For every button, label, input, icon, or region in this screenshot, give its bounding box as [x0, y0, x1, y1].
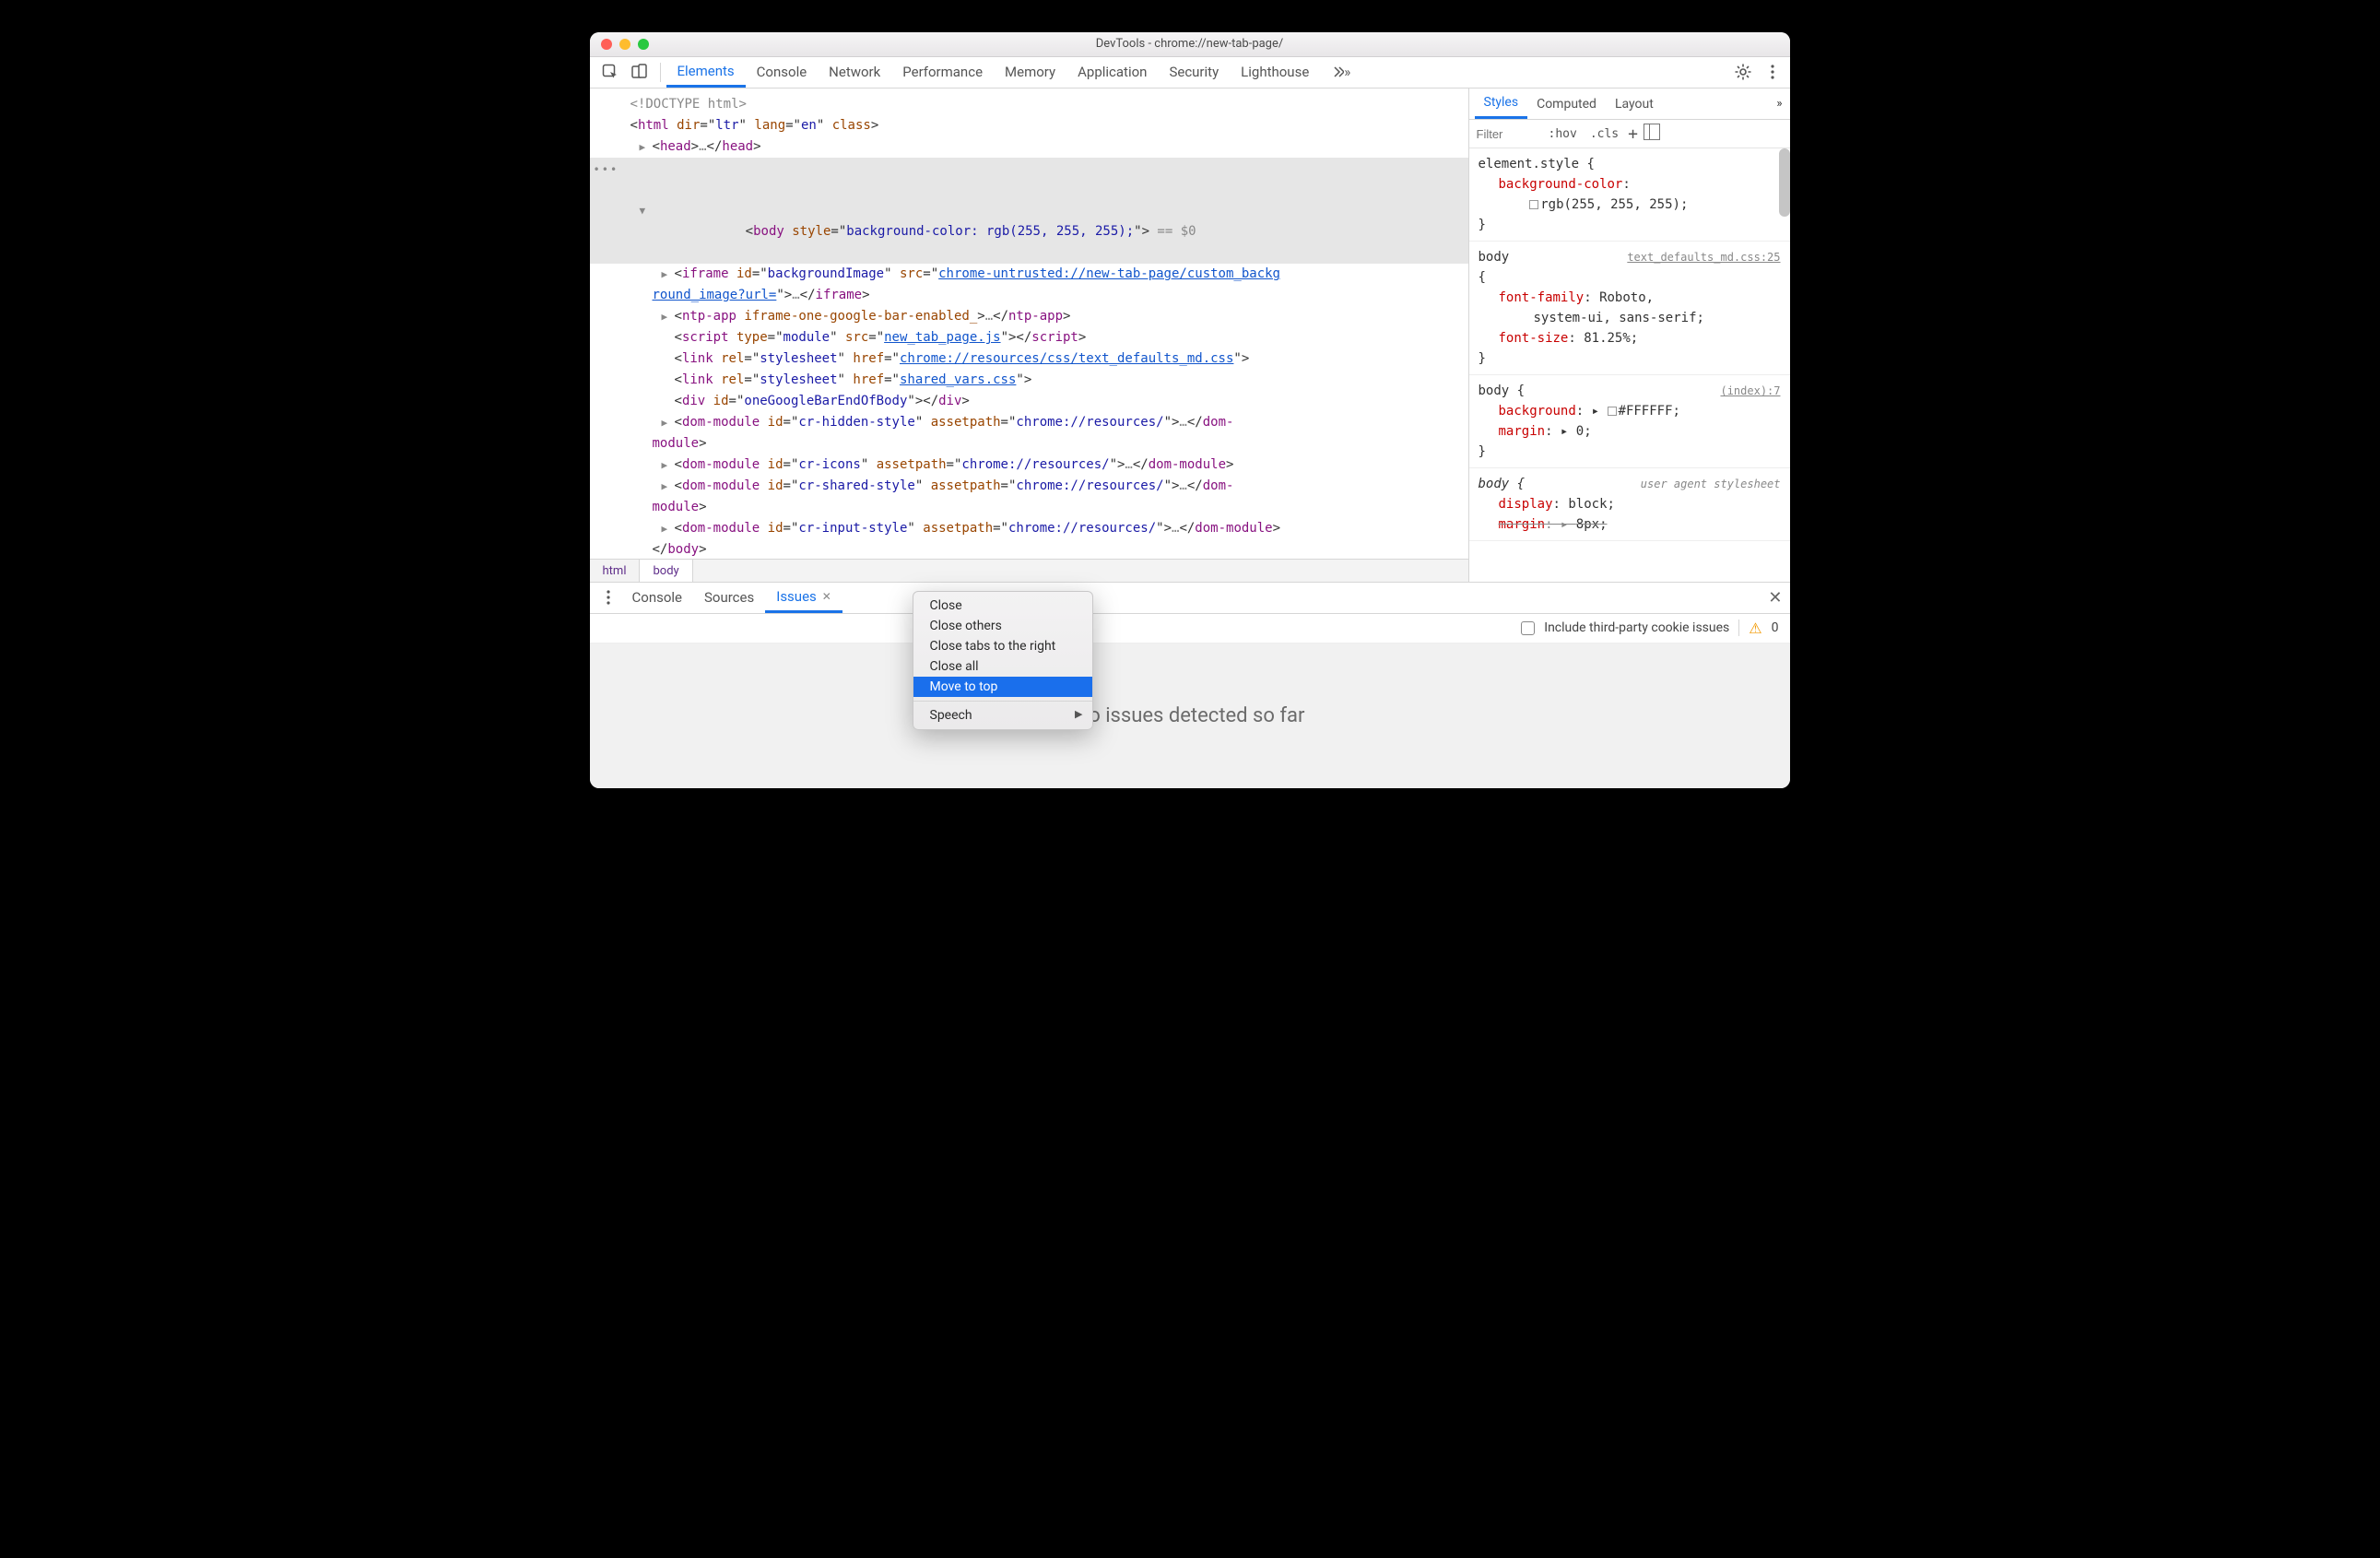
breadcrumb: htmlbody [590, 559, 1468, 582]
dom-line-script[interactable]: <script type="module" src="new_tab_page.… [590, 327, 1468, 348]
tab-lighthouse[interactable]: Lighthouse [1230, 57, 1320, 88]
styles-tab-computed[interactable]: Computed [1527, 89, 1606, 119]
dom-line-html-open[interactable]: <html dir="ltr" lang="en" class> [590, 115, 1468, 136]
ctx-item-close[interactable]: Close [913, 596, 1092, 616]
ctx-item-speech[interactable]: Speech [913, 705, 1092, 726]
styles-tabs-overflow[interactable]: » [1776, 89, 1789, 119]
styles-tabs: StylesComputedLayout » [1469, 89, 1790, 120]
rule-selector: element.style { [1479, 154, 1781, 174]
tab-performance[interactable]: Performance [891, 57, 994, 88]
new-style-rule-button[interactable]: + [1628, 124, 1638, 144]
drawer-tab-sources[interactable]: Sources [693, 583, 765, 613]
ctx-item-close-others[interactable]: Close others [913, 616, 1092, 636]
tab-console[interactable]: Console [746, 57, 819, 88]
styles-filter-input[interactable] [1475, 126, 1539, 142]
style-rule[interactable]: element.style { background-color: rgb(25… [1469, 148, 1790, 242]
third-party-label: Include third-party cookie issues [1544, 620, 1729, 635]
tab-elements[interactable]: Elements [666, 57, 746, 88]
dom-line-iframe[interactable]: ▶<iframe id="backgroundImage" src="chrom… [590, 264, 1468, 285]
dom-line-ntp-app[interactable]: ▶<ntp-app iframe-one-google-bar-enabled_… [590, 306, 1468, 327]
issues-warn-icon[interactable]: ⚠ [1749, 620, 1761, 637]
dom-line-body-close[interactable]: </body> [590, 539, 1468, 559]
dom-tree[interactable]: <!DOCTYPE html> <html dir="ltr" lang="en… [590, 89, 1468, 559]
device-toolbar-icon[interactable] [625, 57, 654, 88]
dom-line-div[interactable]: <div id="oneGoogleBarEndOfBody"></div> [590, 391, 1468, 412]
crumb-body[interactable]: body [640, 560, 692, 582]
dom-line-link2[interactable]: <link rel="stylesheet" href="shared_vars… [590, 370, 1468, 391]
dom-line-dm2[interactable]: ▶<dom-module id="cr-icons" assetpath="ch… [590, 454, 1468, 476]
issues-count: 0 [1772, 620, 1779, 635]
cls-toggle[interactable]: .cls [1586, 127, 1622, 141]
dom-line-link1[interactable]: <link rel="stylesheet" href="chrome://re… [590, 348, 1468, 370]
zoom-window-button[interactable] [638, 39, 649, 50]
dom-line-dm3-cont[interactable]: module> [590, 497, 1468, 518]
dom-line-dm1-cont[interactable]: module> [590, 433, 1468, 454]
inspect-element-icon[interactable] [595, 57, 625, 88]
drawer: ConsoleSourcesIssues✕✕ Include third-par… [590, 582, 1790, 788]
window-titlebar: DevTools - chrome://new-tab-page/ [590, 32, 1790, 57]
hov-toggle[interactable]: :hov [1545, 127, 1581, 141]
styles-tab-styles[interactable]: Styles [1475, 89, 1528, 119]
ctx-item-close-tabs-to-the-right[interactable]: Close tabs to the right [913, 636, 1092, 656]
main-toolbar: ElementsConsoleNetworkPerformanceMemoryA… [590, 57, 1790, 89]
rule-source-link[interactable]: (index):7 [1720, 381, 1780, 401]
drawer-tab-console[interactable]: Console [621, 583, 694, 613]
styles-panel: StylesComputedLayout » :hov .cls + elemen… [1469, 89, 1790, 582]
style-rule[interactable]: (index):7 body { background: ▸ #FFFFFF; … [1469, 375, 1790, 468]
more-menu-icon[interactable] [1764, 64, 1781, 80]
main-tabs: ElementsConsoleNetworkPerformanceMemoryA… [666, 57, 1321, 88]
tab-network[interactable]: Network [818, 57, 891, 88]
dom-line-iframe-cont[interactable]: round_image?url=">…</iframe> [590, 285, 1468, 306]
settings-gear-icon[interactable] [1735, 64, 1751, 80]
window-title: DevTools - chrome://new-tab-page/ [590, 37, 1790, 51]
ua-stylesheet-label: user agent stylesheet [1641, 474, 1781, 494]
dom-line-dm4[interactable]: ▶<dom-module id="cr-input-style" assetpa… [590, 518, 1468, 539]
dom-line-body-open[interactable]: ••• ▼ <body style="background-color: rgb… [590, 158, 1468, 264]
ctx-item-move-to-top[interactable]: Move to top [913, 677, 1092, 697]
color-swatch-icon[interactable] [1608, 407, 1617, 416]
crumb-html[interactable]: html [590, 560, 641, 582]
main-tabs-overflow[interactable]: » [1320, 57, 1361, 88]
color-swatch-icon[interactable] [1529, 200, 1538, 209]
tab-application[interactable]: Application [1066, 57, 1158, 88]
drawer-close-icon[interactable]: ✕ [1768, 588, 1782, 608]
dom-line-dm3[interactable]: ▶<dom-module id="cr-shared-style" assetp… [590, 476, 1468, 497]
style-rule[interactable]: user agent stylesheet body { display: bl… [1469, 468, 1790, 541]
issues-empty-state: No issues detected so far [1075, 704, 1305, 727]
drawer-tab-issues[interactable]: Issues✕ [765, 583, 842, 613]
styles-tab-layout[interactable]: Layout [1606, 89, 1663, 119]
issues-body: No issues detected so far [590, 643, 1790, 788]
minimize-window-button[interactable] [619, 39, 630, 50]
tab-security[interactable]: Security [1158, 57, 1230, 88]
third-party-checkbox[interactable] [1521, 621, 1535, 635]
close-window-button[interactable] [601, 39, 612, 50]
styles-filter-bar: :hov .cls + [1469, 120, 1790, 148]
style-rule[interactable]: text_defaults_md.css:25 body { font-fami… [1469, 242, 1790, 375]
toggle-sidebar-icon[interactable] [1644, 124, 1660, 144]
styles-rules[interactable]: element.style { background-color: rgb(25… [1469, 148, 1790, 582]
close-tab-icon[interactable]: ✕ [822, 590, 831, 603]
drawer-more-icon[interactable] [595, 583, 621, 613]
tab-context-menu: CloseClose othersClose tabs to the right… [913, 591, 1093, 730]
traffic-lights [601, 39, 649, 50]
dom-line-dm1[interactable]: ▶<dom-module id="cr-hidden-style" assetp… [590, 412, 1468, 433]
drawer-tabs: ConsoleSourcesIssues✕✕ [590, 583, 1790, 614]
devtools-window: DevTools - chrome://new-tab-page/ Elemen… [590, 32, 1790, 788]
dom-line-head[interactable]: ▶<head>…</head> [590, 136, 1468, 158]
issues-toolbar: Include third-party cookie issues ⚠ 0 [590, 614, 1790, 643]
tab-memory[interactable]: Memory [994, 57, 1066, 88]
dom-line-doctype[interactable]: <!DOCTYPE html> [590, 94, 1468, 115]
rule-source-link[interactable]: text_defaults_md.css:25 [1627, 247, 1780, 267]
ctx-item-close-all[interactable]: Close all [913, 656, 1092, 677]
